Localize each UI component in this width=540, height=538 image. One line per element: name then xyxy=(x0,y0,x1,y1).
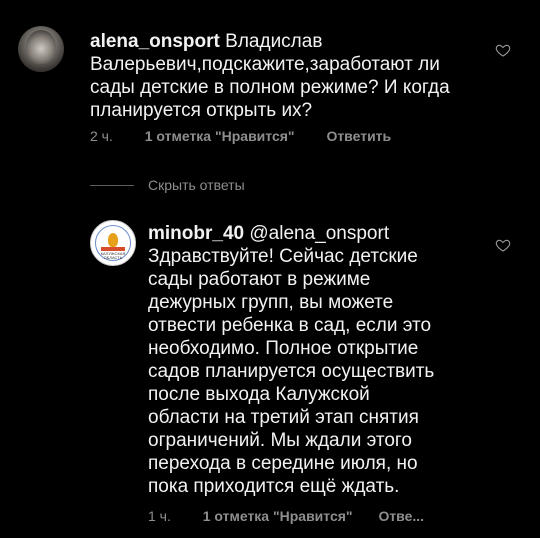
mention[interactable]: @alena_onsport xyxy=(249,223,389,244)
comment-text: minobr_40 @alena_onsport Здравствуйте! С… xyxy=(148,223,435,497)
comment-meta: 2 ч. 1 отметка "Нравится" Ответить xyxy=(90,128,391,144)
avatar[interactable]: КАЛУЖСКАЯ ОБЛАСТЬ xyxy=(90,220,136,266)
likes-count[interactable]: 1 отметка "Нравится" xyxy=(203,508,353,524)
logo-flame-icon xyxy=(108,233,118,247)
divider xyxy=(90,184,134,186)
timestamp: 1 ч. xyxy=(148,508,171,524)
username[interactable]: alena_onsport xyxy=(90,31,220,52)
username[interactable]: minobr_40 xyxy=(148,223,244,244)
timestamp: 2 ч. xyxy=(90,128,113,144)
comment-meta: 1 ч. 1 отметка "Нравится" Отве... xyxy=(148,508,424,524)
comment-text: alena_onsport Владислав Валерьевич,подск… xyxy=(90,31,450,121)
heart-outline-icon[interactable] xyxy=(495,237,511,253)
heart-outline-icon[interactable] xyxy=(495,42,511,58)
avatar[interactable] xyxy=(18,26,64,72)
hide-replies-toggle[interactable]: Скрыть ответы xyxy=(90,175,245,195)
reply-button[interactable]: Отве... xyxy=(378,508,424,524)
likes-count[interactable]: 1 отметка "Нравится" xyxy=(145,128,295,144)
reply-button[interactable]: Ответить xyxy=(326,128,391,144)
